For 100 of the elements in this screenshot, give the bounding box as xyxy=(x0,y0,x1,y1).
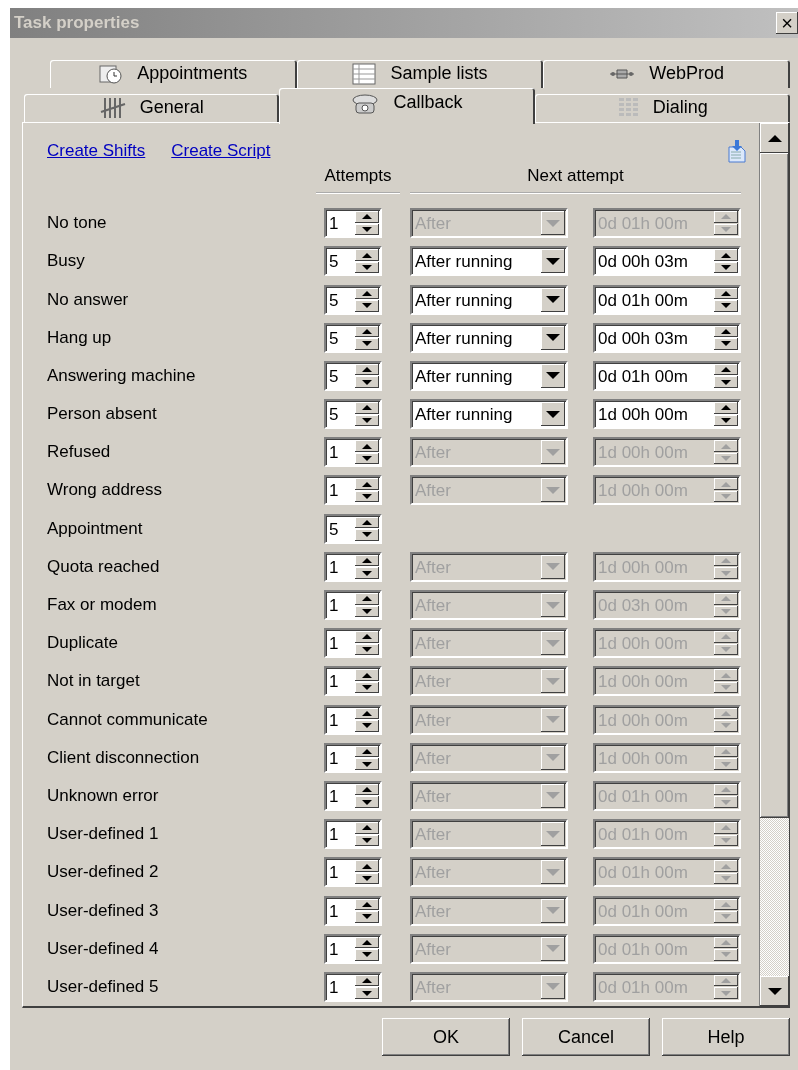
delay-spinner[interactable]: 0d 00h 03m xyxy=(593,322,741,353)
link[interactable]: Create Script xyxy=(171,141,271,162)
scroll-down-button[interactable] xyxy=(760,976,789,1006)
table-icon xyxy=(352,62,377,85)
mode-dropdown[interactable]: After running xyxy=(410,399,568,430)
up-arrow-icon xyxy=(362,939,372,945)
row-label: Duplicate xyxy=(47,633,119,654)
down-arrow-icon xyxy=(721,990,731,996)
close-button[interactable]: × xyxy=(776,12,798,34)
down-arrow-icon xyxy=(721,723,731,729)
up-arrow-icon xyxy=(721,328,731,334)
attempts-spinner[interactable]: 5 xyxy=(324,513,382,544)
up-arrow-icon xyxy=(721,978,731,984)
down-arrow-icon xyxy=(721,341,731,347)
down-arrow-icon xyxy=(362,799,372,805)
up-arrow-icon xyxy=(721,405,731,411)
row-label: User-defined 2 xyxy=(47,862,160,883)
down-arrow-icon xyxy=(362,417,372,423)
down-arrow-icon xyxy=(721,876,731,882)
tab[interactable]: Sample lists xyxy=(296,60,544,88)
column-header: Next attempt xyxy=(410,166,741,195)
delay-spinner[interactable]: 0d 00h 03m xyxy=(593,246,741,277)
row-label: Answering machine xyxy=(47,365,197,386)
up-arrow-icon xyxy=(721,787,731,793)
down-arrow-icon xyxy=(546,410,560,418)
delay-spinner[interactable]: 0d 01h 00m xyxy=(593,284,741,315)
document-arrow-icon[interactable] xyxy=(727,139,747,164)
window-title: Task properties xyxy=(14,13,140,33)
attempts-spinner[interactable]: 5 xyxy=(324,399,382,430)
up-arrow-icon xyxy=(362,863,372,869)
up-arrow-icon xyxy=(362,290,372,296)
down-arrow-icon xyxy=(546,639,560,647)
dialog-button[interactable]: OK xyxy=(382,1018,510,1056)
up-arrow-icon xyxy=(362,214,372,220)
up-arrow-icon xyxy=(362,901,372,907)
up-arrow-icon xyxy=(721,749,731,755)
row-label: User-defined 5 xyxy=(47,976,160,997)
down-arrow-icon xyxy=(362,608,372,614)
scroll-thumb[interactable] xyxy=(760,153,789,818)
scroll-up-button[interactable] xyxy=(760,123,789,153)
down-arrow-icon xyxy=(362,685,372,691)
up-arrow-icon xyxy=(362,443,372,449)
down-arrow-icon xyxy=(362,226,372,232)
down-arrow-icon xyxy=(721,685,731,691)
row-label: Refused xyxy=(47,442,112,463)
mode-dropdown[interactable]: After running xyxy=(410,246,568,277)
tab[interactable]: Dialing xyxy=(534,94,790,122)
down-arrow-icon xyxy=(546,907,560,915)
row-label: Cannot communicate xyxy=(47,709,209,730)
up-arrow-icon xyxy=(721,901,731,907)
tab[interactable]: Appointments xyxy=(50,60,297,88)
attempts-spinner[interactable]: 5 xyxy=(324,322,382,353)
down-arrow-icon xyxy=(362,570,372,576)
tab[interactable]: Callback xyxy=(279,88,535,124)
up-arrow-icon xyxy=(362,634,372,640)
tab[interactable]: WebProd xyxy=(543,60,790,88)
tab[interactable]: General xyxy=(24,94,280,122)
link[interactable]: Create Shifts xyxy=(47,141,146,162)
row-label: Quota reached xyxy=(47,556,161,577)
delay-spinner[interactable]: 1d 00h 00m xyxy=(593,399,741,430)
down-arrow-icon xyxy=(362,761,372,767)
down-arrow-icon xyxy=(362,837,372,843)
up-arrow-icon xyxy=(362,749,372,755)
up-arrow-icon xyxy=(721,634,731,640)
down-arrow-icon xyxy=(721,303,731,309)
row-label: Not in target xyxy=(47,671,141,692)
row-label: Appointment xyxy=(47,518,144,539)
network-icon xyxy=(609,66,636,81)
down-arrow-icon xyxy=(546,257,560,265)
up-arrow-icon xyxy=(721,558,731,564)
up-arrow-icon xyxy=(721,596,731,602)
dialog-button[interactable]: Help xyxy=(662,1018,790,1056)
mode-dropdown[interactable]: After running xyxy=(410,284,568,315)
down-arrow-icon xyxy=(721,456,731,462)
up-arrow-icon xyxy=(362,825,372,831)
dialog-button[interactable]: Cancel xyxy=(522,1018,650,1056)
attempts-spinner[interactable]: 5 xyxy=(324,360,382,391)
down-arrow-icon xyxy=(721,914,731,920)
row-label: Person absent xyxy=(47,404,158,425)
up-arrow-icon xyxy=(721,481,731,487)
up-arrow-icon xyxy=(362,596,372,602)
down-arrow-icon xyxy=(721,226,731,232)
mode-dropdown[interactable]: After running xyxy=(410,360,568,391)
column-header: Attempts xyxy=(316,166,400,195)
attempts-spinner[interactable]: 5 xyxy=(324,246,382,277)
down-arrow-icon xyxy=(546,830,560,838)
delay-spinner[interactable]: 0d 01h 00m xyxy=(593,360,741,391)
down-arrow-icon xyxy=(546,792,560,800)
mode-dropdown[interactable]: After running xyxy=(410,322,568,353)
scrollbar[interactable] xyxy=(759,123,789,1006)
down-arrow-icon xyxy=(362,876,372,882)
up-arrow-icon xyxy=(362,558,372,564)
up-arrow-icon xyxy=(721,825,731,831)
up-arrow-icon xyxy=(362,710,372,716)
down-arrow-icon xyxy=(721,570,731,576)
down-arrow-icon xyxy=(362,914,372,920)
attempts-spinner[interactable]: 5 xyxy=(324,284,382,315)
down-arrow-icon xyxy=(362,952,372,958)
down-arrow-icon xyxy=(362,456,372,462)
up-arrow-icon xyxy=(721,863,731,869)
